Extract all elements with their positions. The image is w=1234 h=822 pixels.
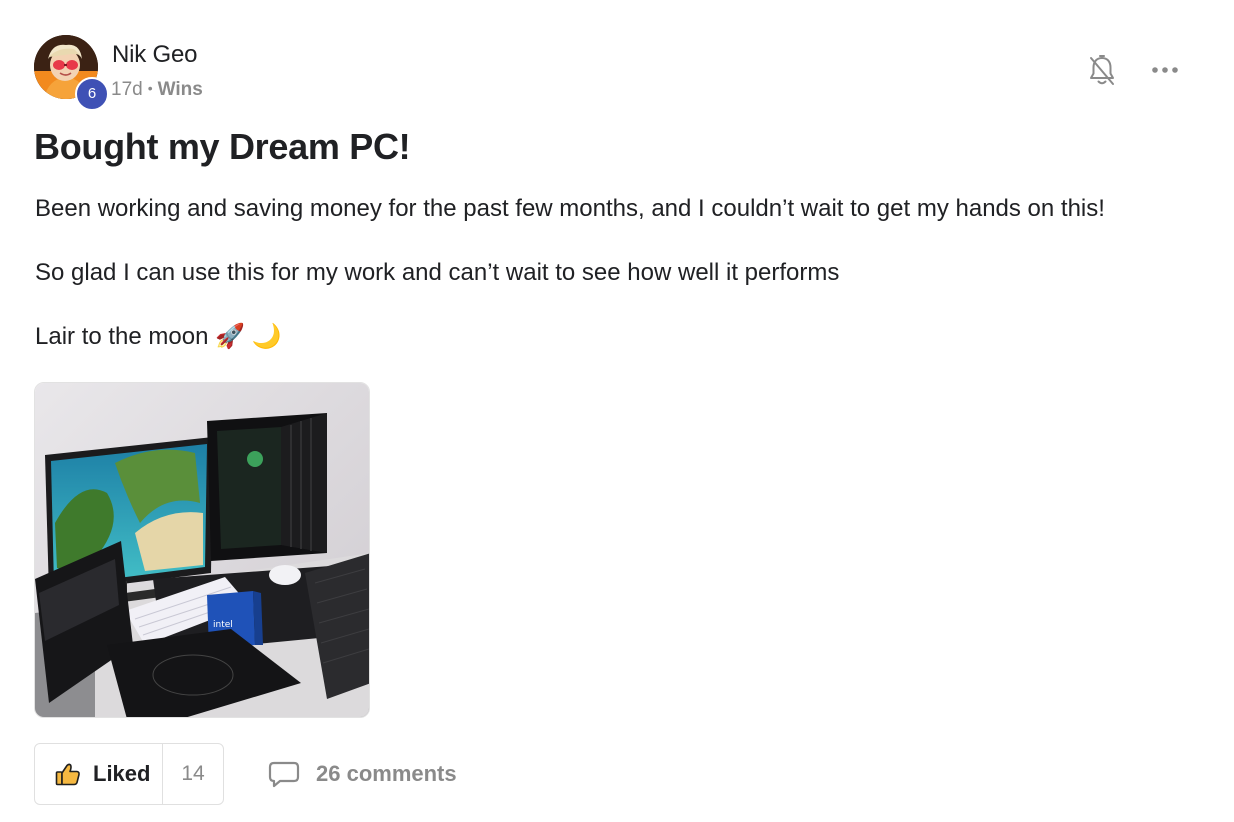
- meta-separator: •: [147, 80, 153, 96]
- pc-setup-photo: intel CORE: [35, 383, 369, 717]
- more-options-button[interactable]: [1150, 60, 1182, 80]
- author-avatar-wrapper[interactable]: 6: [34, 35, 109, 111]
- notification-toggle-button[interactable]: [1086, 54, 1118, 88]
- post-paragraph: Lair to the moon 🚀 🌙: [35, 323, 282, 350]
- comments-button[interactable]: 26 comments: [268, 760, 457, 788]
- post-card: 6 Nik Geo 17d • Wins Bought my Dream PC! B…: [0, 0, 1234, 822]
- bell-slash-icon: [1090, 55, 1114, 85]
- author-name[interactable]: Nik Geo: [112, 41, 197, 69]
- post-meta: 17d • Wins: [111, 79, 203, 101]
- post-category[interactable]: Wins: [158, 79, 203, 100]
- comment-bubble-icon: [268, 761, 300, 788]
- like-count[interactable]: 14: [163, 744, 223, 804]
- more-horizontal-icon: [1152, 67, 1178, 73]
- svg-text:intel: intel: [213, 620, 233, 630]
- post-title: Bought my Dream PC!: [34, 126, 411, 167]
- like-label: Liked: [93, 761, 151, 786]
- level-badge: 6: [75, 77, 109, 111]
- thumbs-up-icon: [55, 763, 80, 786]
- post-paragraph: So glad I can use this for my work and c…: [35, 259, 840, 286]
- post-image[interactable]: intel CORE: [34, 382, 370, 718]
- like-group: Liked 14: [34, 743, 224, 805]
- post-age[interactable]: 17d: [111, 79, 143, 100]
- comments-label: 26 comments: [316, 761, 457, 786]
- like-button[interactable]: Liked: [35, 744, 163, 804]
- post-paragraph: Been working and saving money for the pa…: [35, 195, 1105, 222]
